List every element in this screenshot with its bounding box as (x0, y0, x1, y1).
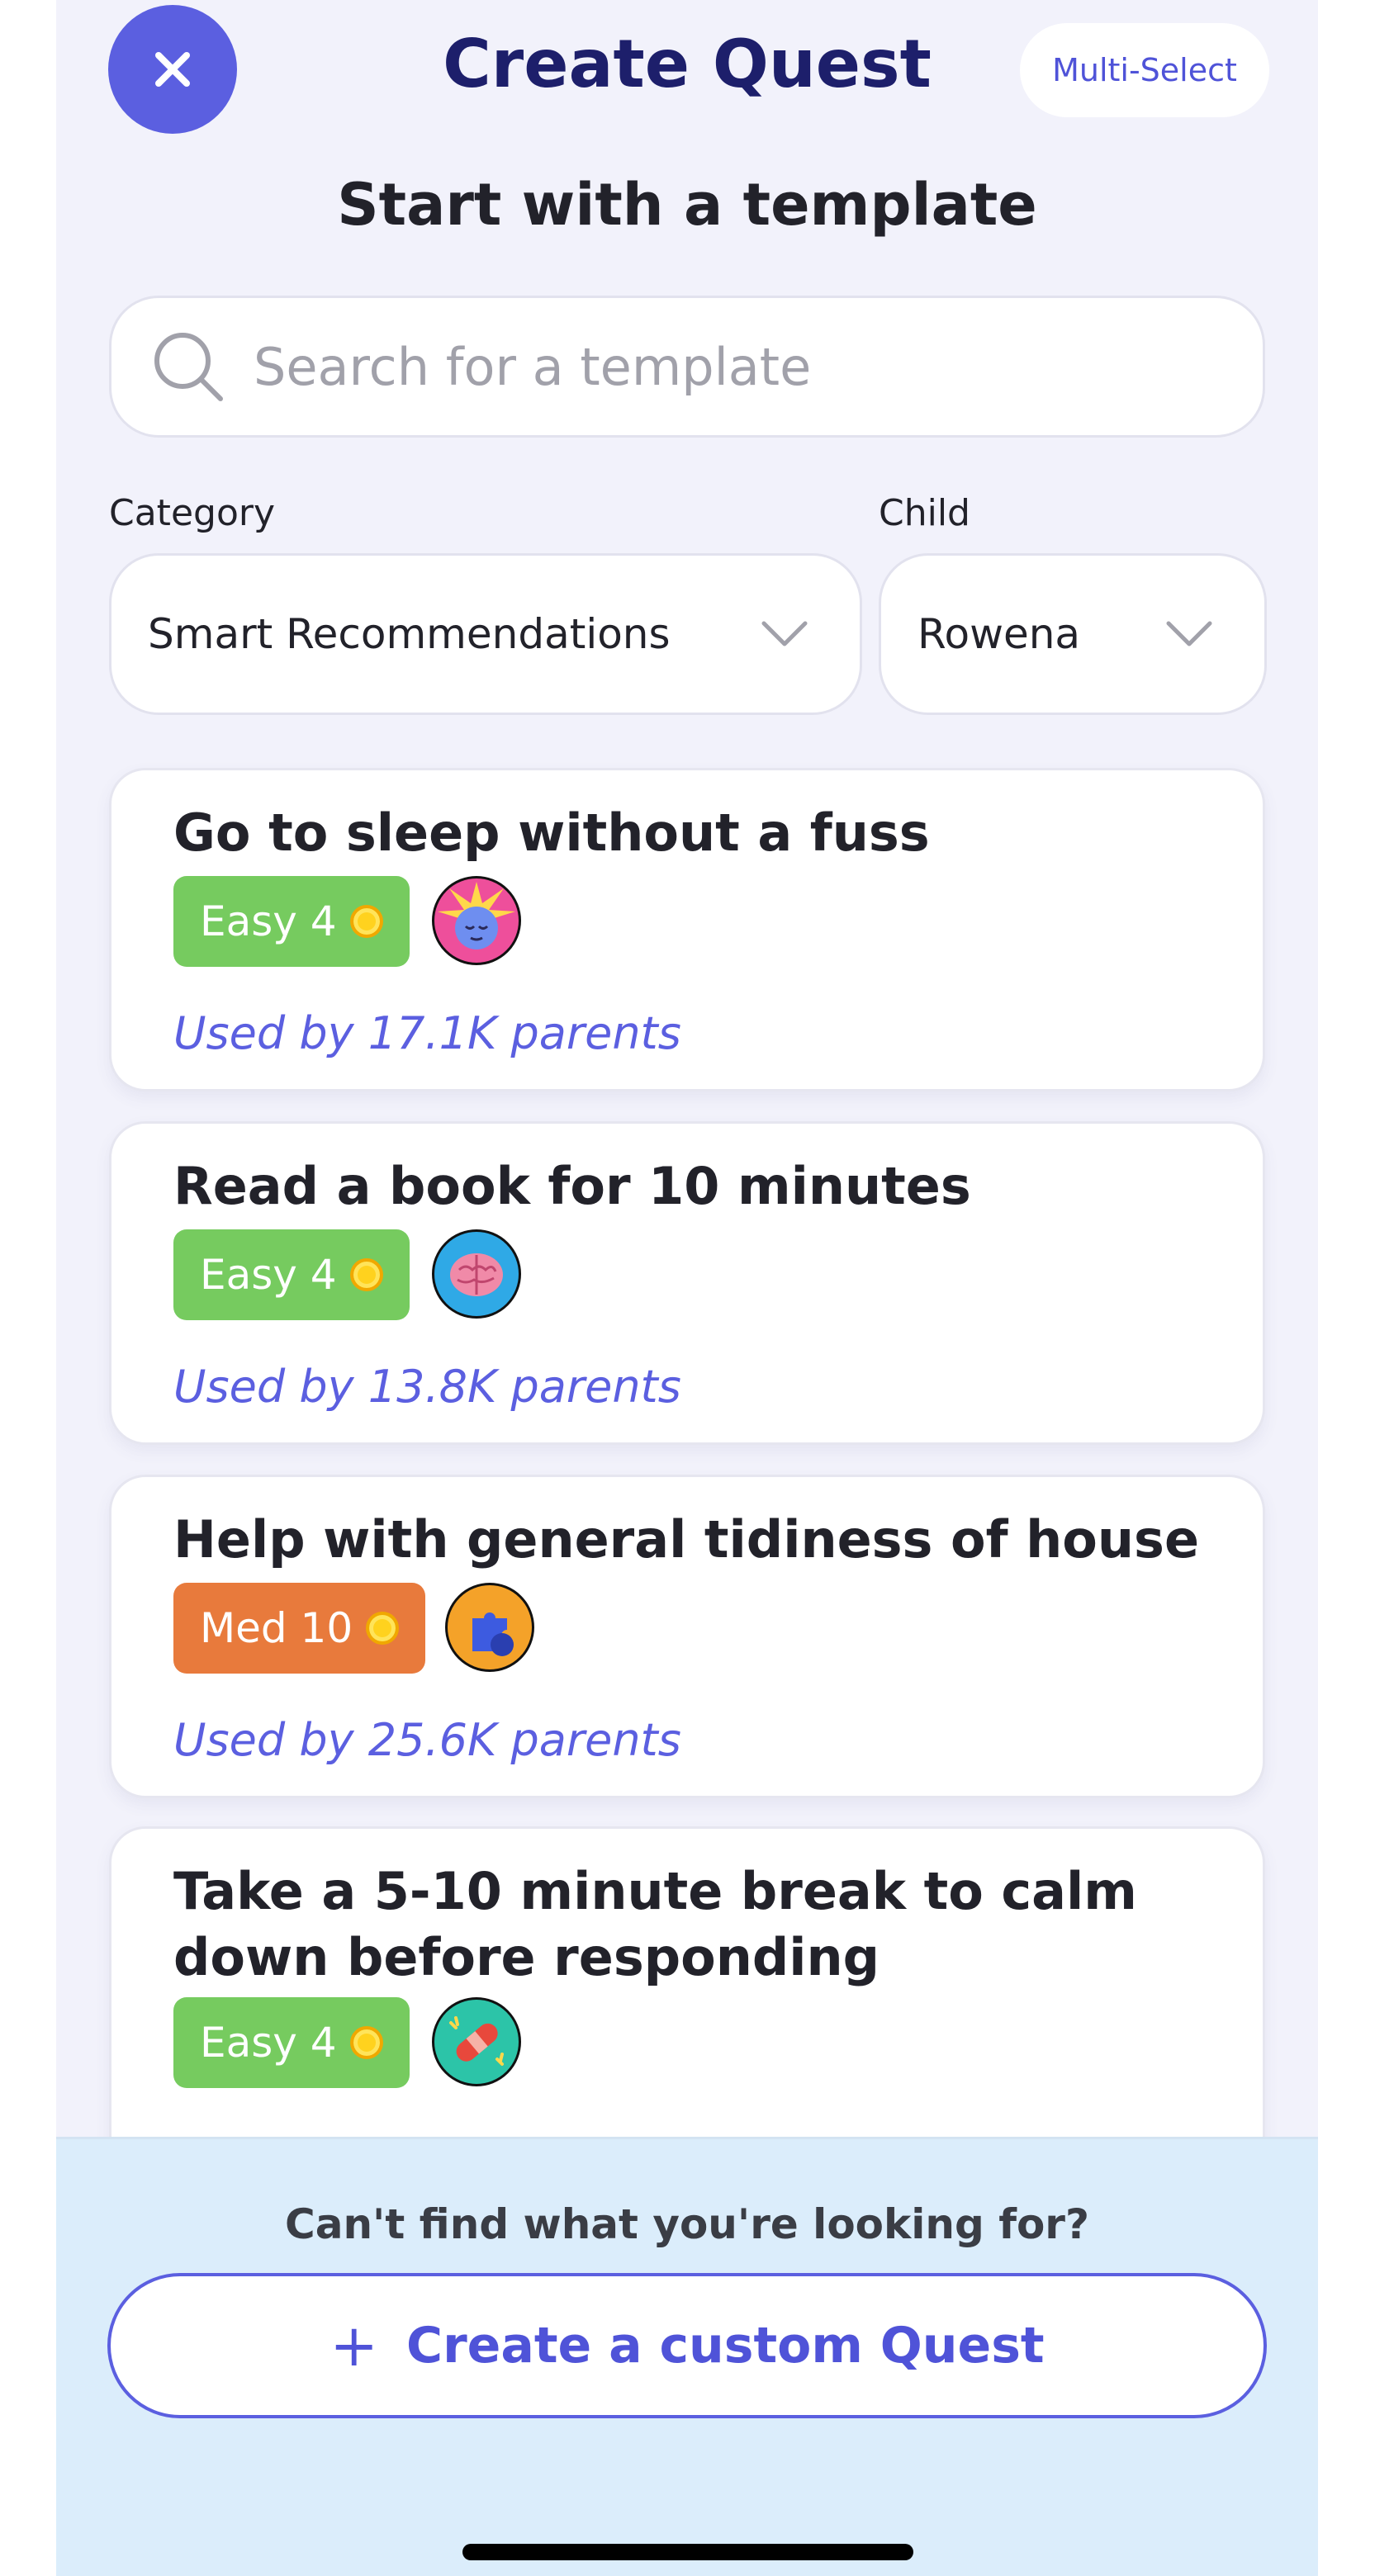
template-title: Help with general tidiness of house (173, 1509, 1199, 1570)
difficulty-badge: Med 10 (173, 1583, 426, 1674)
coin-icon (349, 1258, 383, 1291)
plus-icon: + (330, 2312, 379, 2379)
difficulty-label: Easy 4 (200, 2019, 337, 2067)
usage-count: Used by 13.8K parents (173, 1361, 681, 1413)
sleepy-face-icon (432, 876, 521, 965)
difficulty-badge: Easy 4 (173, 1997, 410, 2088)
search-bar[interactable] (109, 296, 1265, 438)
multi-select-button[interactable]: Multi-Select (1020, 23, 1269, 117)
usage-count: Used by 17.1K parents (173, 1007, 681, 1059)
difficulty-label: Easy 4 (200, 1251, 337, 1299)
usage-count: Used by 25.6K parents (173, 1714, 681, 1766)
puzzle-icon (445, 1583, 534, 1672)
child-value: Rowena (917, 610, 1081, 658)
template-card[interactable]: Go to sleep without a fuss Easy 4 Used b… (109, 768, 1265, 1091)
cant-find-prompt: Can't find what you're looking for? (285, 2200, 1089, 2248)
app-screen: Create Quest Multi-Select Start with a t… (56, 0, 1318, 2576)
create-custom-quest-button[interactable]: + Create a custom Quest (107, 2273, 1267, 2418)
template-title: Take a 5-10 minute break to calm down be… (173, 1861, 1137, 1987)
difficulty-badge: Easy 4 (173, 1229, 410, 1320)
difficulty-label: Med 10 (200, 1604, 353, 1652)
difficulty-badge: Easy 4 (173, 876, 410, 967)
search-input[interactable] (252, 335, 1263, 398)
child-select[interactable]: Rowena (879, 553, 1267, 715)
create-custom-quest-label: Create a custom Quest (406, 2317, 1045, 2375)
coin-icon (366, 1612, 400, 1645)
coin-icon (349, 905, 383, 938)
template-card[interactable]: Read a book for 10 minutes Easy 4 Used b… (109, 1121, 1265, 1445)
difficulty-label: Easy 4 (200, 897, 337, 945)
search-icon (154, 333, 223, 401)
coin-icon (349, 2026, 383, 2059)
bandage-icon (432, 1997, 521, 2086)
section-subtitle: Start with a template (337, 171, 1037, 239)
category-value: Smart Recommendations (148, 610, 671, 658)
template-title: Read a book for 10 minutes (173, 1156, 971, 1216)
template-title: Go to sleep without a fuss (173, 803, 930, 863)
bottom-panel: Can't find what you're looking for? + Cr… (56, 2137, 1318, 2576)
template-card[interactable]: Help with general tidiness of house Med … (109, 1475, 1265, 1798)
category-label: Category (109, 492, 275, 534)
brain-icon (432, 1229, 521, 1319)
category-select[interactable]: Smart Recommendations (109, 553, 862, 715)
home-indicator[interactable] (462, 2544, 913, 2560)
chevron-down-icon (1166, 621, 1212, 646)
chevron-down-icon (761, 621, 808, 646)
child-label: Child (879, 492, 970, 534)
